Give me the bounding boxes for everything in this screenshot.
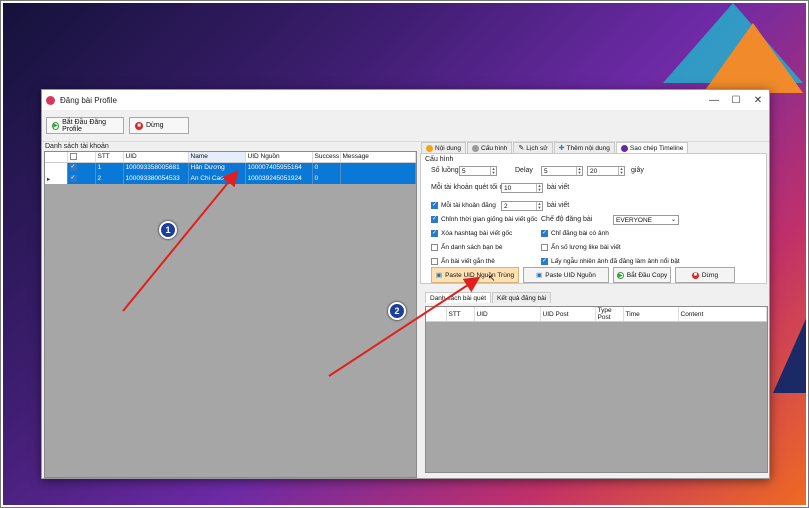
annotation-arrow-1	[122, 169, 239, 312]
annotation-badge-1: 1	[159, 221, 177, 239]
mouse-cursor-icon: ↖	[488, 273, 496, 283]
annotation-arrows	[122, 169, 481, 377]
screenshot-frame: Đăng bài Profile — ☐ ✕ ▶ Bắt Đầu Đăng Pr…	[0, 0, 809, 508]
annotation-badge-2: 2	[388, 302, 406, 320]
annotation-arrow-2	[328, 276, 481, 377]
desktop-background: Đăng bài Profile — ☐ ✕ ▶ Bắt Đầu Đăng Pr…	[3, 3, 806, 505]
